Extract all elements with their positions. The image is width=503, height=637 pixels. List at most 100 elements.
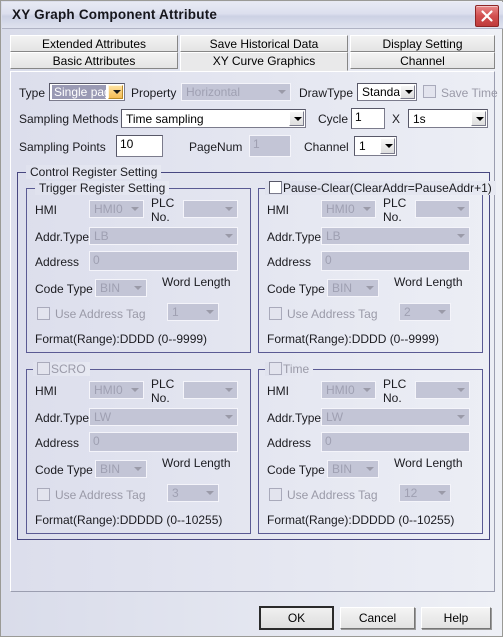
ok-button-label: OK: [287, 611, 306, 625]
trigger-register-setting-group: Trigger Register Setting HMI HMI0 PLC No…: [26, 181, 251, 353]
chevron-down-icon[interactable]: [108, 85, 123, 99]
drawtype-combo[interactable]: Standar: [357, 83, 417, 101]
plc-no-label-1: PLC: [383, 377, 407, 391]
hmi-label: HMI: [35, 203, 57, 217]
chevron-down-icon[interactable]: [380, 138, 395, 154]
save-time-label: Save Time: [441, 86, 498, 100]
tab-extended-attributes[interactable]: Extended Attributes: [10, 35, 178, 52]
sampling-points-input[interactable]: 10: [116, 135, 163, 157]
code-type-combo: BIN: [95, 279, 147, 297]
hmi-combo: HMI0: [321, 200, 376, 218]
word-length-combo-value: 1: [172, 305, 179, 319]
time-checkbox[interactable]: [269, 362, 282, 375]
page-title: XY Graph Component Attribute: [12, 7, 218, 22]
word-length-combo-value: 2: [404, 305, 411, 319]
chevron-down-icon: [362, 281, 377, 295]
tab-xy-curve-graphics[interactable]: XY Curve Graphics: [180, 52, 348, 71]
plc-no-combo: [415, 200, 470, 218]
chevron-down-icon[interactable]: [400, 85, 415, 99]
plc-no-label-2: No.: [383, 210, 402, 224]
ok-button[interactable]: OK: [259, 606, 334, 630]
word-length-label: Word Length: [394, 456, 463, 470]
cancel-button-label: Cancel: [358, 611, 397, 625]
tab-display-setting[interactable]: Display Setting: [350, 35, 495, 52]
sampling-methods-combo[interactable]: Time sampling: [121, 109, 306, 128]
close-icon[interactable]: [475, 5, 499, 27]
hmi-combo-value: HMI0: [94, 383, 123, 397]
code-type-label: Code Type: [267, 282, 325, 296]
chevron-down-icon[interactable]: [289, 111, 304, 126]
address-label: Address: [35, 255, 80, 269]
use-address-tag-label: Use Address Tag: [55, 307, 146, 321]
chevron-down-icon: [127, 383, 142, 397]
tab-basic-attributes[interactable]: Basic Attributes: [10, 52, 178, 69]
chevron-down-icon: [453, 383, 468, 397]
scro-group: SCRO HMI HMI0 PLC No. Addr.Type LW Addre…: [26, 362, 251, 534]
multiply-symbol: X: [392, 112, 401, 126]
addr-type-label: Addr.Type: [35, 230, 90, 244]
chevron-down-icon: [130, 462, 145, 476]
cycle-unit-combo[interactable]: 1s: [408, 109, 488, 128]
code-type-combo: BIN: [95, 460, 147, 478]
property-combo: Horizontal: [181, 83, 291, 101]
type-combo[interactable]: Single pag: [49, 83, 125, 101]
cancel-button[interactable]: Cancel: [340, 607, 415, 629]
tab-channel[interactable]: Channel: [350, 52, 495, 69]
tab-content-panel: Type Single pag Property Horizontal Draw…: [10, 71, 498, 592]
plc-no-label-2: No.: [151, 391, 170, 405]
plc-no-combo: [183, 200, 238, 218]
chevron-down-icon: [359, 383, 374, 397]
address-input: 0: [89, 432, 238, 452]
chevron-down-icon: [221, 202, 236, 216]
hmi-combo-value: HMI0: [326, 202, 355, 216]
addr-type-combo-value: LW: [326, 410, 344, 424]
format-range-text: Format(Range):DDDDD (0--10255): [35, 513, 223, 527]
word-length-combo: 1: [167, 303, 219, 321]
format-range-text: Format(Range):DDDD (0--9999): [267, 332, 440, 346]
tab-save-historical-data[interactable]: Save Historical Data: [180, 35, 348, 52]
pause-clear-checkbox[interactable]: [269, 181, 282, 194]
help-button-label: Help: [443, 611, 469, 625]
chevron-down-icon[interactable]: [471, 111, 486, 126]
chevron-down-icon: [202, 305, 217, 319]
use-address-tag-checkbox: [37, 307, 50, 320]
address-label: Address: [267, 436, 312, 450]
use-address-tag-checkbox: [37, 488, 50, 501]
chevron-down-icon: [221, 410, 236, 424]
tab-strip: Extended Attributes Save Historical Data…: [10, 35, 495, 71]
trigger-register-setting-caption: Trigger Register Setting: [35, 181, 170, 195]
plc-no-label-1: PLC: [151, 377, 175, 391]
channel-combo[interactable]: 1: [354, 136, 397, 156]
hmi-combo-value: HMI0: [326, 383, 355, 397]
word-length-combo: 3: [167, 484, 219, 502]
channel-label: Channel: [304, 140, 349, 154]
hmi-combo: HMI0: [321, 381, 376, 399]
addr-type-label: Addr.Type: [35, 411, 90, 425]
word-length-label: Word Length: [394, 275, 463, 289]
word-length-label: Word Length: [162, 275, 231, 289]
chevron-down-icon: [127, 202, 142, 216]
pagenum-input: 1: [249, 135, 291, 157]
property-combo-value: Horizontal: [186, 85, 241, 99]
save-time-checkbox: [423, 85, 436, 98]
plc-no-label-1: PLC: [151, 196, 175, 210]
title-bar: XY Graph Component Attribute: [2, 2, 503, 29]
code-type-combo: BIN: [327, 279, 379, 297]
use-address-tag-label: Use Address Tag: [287, 488, 378, 502]
word-length-combo: 2: [399, 303, 451, 321]
hmi-label: HMI: [35, 384, 57, 398]
code-type-combo-value: BIN: [100, 462, 121, 476]
hmi-combo: HMI0: [89, 200, 144, 218]
scro-checkbox[interactable]: [37, 362, 50, 375]
chevron-down-icon: [453, 229, 468, 243]
address-label: Address: [35, 436, 80, 450]
cycle-input[interactable]: 1: [351, 108, 385, 129]
sampling-methods-label: Sampling Methods: [19, 112, 119, 126]
drawtype-label: DrawType: [299, 86, 354, 100]
code-type-label: Code Type: [267, 463, 325, 477]
use-address-tag-label: Use Address Tag: [55, 488, 146, 502]
help-button[interactable]: Help: [421, 607, 491, 629]
addr-type-label: Addr.Type: [267, 411, 322, 425]
addr-type-combo: LW: [89, 408, 238, 426]
plc-no-combo: [415, 381, 470, 399]
